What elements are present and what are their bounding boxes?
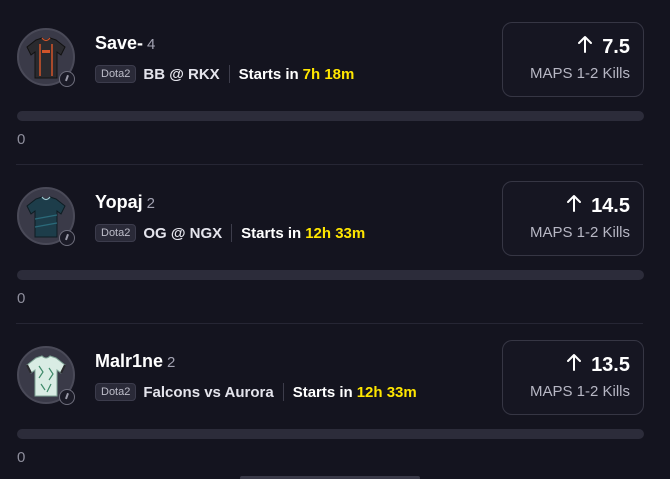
progress-value: 0	[17, 449, 26, 466]
player-name-text: Save-	[95, 33, 144, 53]
stat-type: MAPS 1-2 Kills	[529, 65, 630, 82]
player-name: Yopaj 2	[95, 192, 155, 213]
starts-time: 12h 33m	[305, 224, 366, 242]
player-name: Malr1ne 2	[95, 351, 175, 372]
player-name: Save- 4	[95, 33, 155, 54]
line-number: 7.5	[602, 35, 630, 58]
match-info: Dota2 OG @ NGX Starts in 12h 33m	[95, 222, 365, 244]
match-info: Dota2 BB @ RKX Starts in 7h 18m	[95, 63, 354, 85]
starts-label: Starts in	[238, 65, 299, 83]
projection-card[interactable]: Save- 4 Dota2 BB @ RKX Starts in 7h 18m 7…	[0, 0, 670, 159]
stat-type: MAPS 1-2 Kills	[529, 383, 630, 400]
player-name-text: Malr1ne	[95, 351, 164, 371]
progress-bar	[17, 429, 644, 439]
projection-count: 2	[146, 195, 156, 212]
starts-time: 7h 18m	[302, 65, 355, 83]
progress-value: 0	[17, 131, 26, 148]
meta-divider	[282, 383, 284, 401]
arrow-up-icon	[566, 194, 582, 218]
line-box[interactable]: 7.5 MAPS 1-2 Kills	[502, 22, 644, 97]
match-info: Dota2 Falcons vs Aurora Starts in 12h 33…	[95, 381, 417, 403]
projection-count: 2	[167, 354, 176, 371]
meta-divider	[228, 65, 230, 83]
line-box[interactable]: 13.5 MAPS 1-2 Kills	[502, 340, 644, 415]
projection-card[interactable]: Yopaj 2 Dota2 OG @ NGX Starts in 12h 33m …	[0, 159, 670, 318]
projection-count: 4	[147, 36, 156, 53]
clock-icon	[59, 71, 75, 87]
line-box[interactable]: 14.5 MAPS 1-2 Kills	[502, 181, 644, 256]
progress-value: 0	[17, 290, 26, 307]
line-number: 14.5	[591, 194, 630, 217]
clock-icon	[59, 230, 75, 246]
player-name-text: Yopaj	[95, 192, 143, 212]
match-teams: OG @ NGX	[143, 224, 223, 242]
starts-time: 12h 33m	[356, 383, 417, 401]
starts-label: Starts in	[292, 383, 353, 401]
clock-icon	[59, 389, 75, 405]
game-tag: Dota2	[95, 224, 137, 242]
meta-divider	[231, 224, 233, 242]
line-number: 13.5	[591, 353, 630, 376]
progress-bar	[17, 111, 644, 121]
starts-label: Starts in	[241, 224, 302, 242]
line-value: 7.5	[577, 35, 630, 59]
projection-list: Save- 4 Dota2 BB @ RKX Starts in 7h 18m 7…	[0, 0, 670, 479]
match-teams: Falcons vs Aurora	[143, 383, 274, 401]
line-value: 14.5	[566, 194, 630, 218]
arrow-up-icon	[566, 353, 582, 377]
line-value: 13.5	[566, 353, 630, 377]
game-tag: Dota2	[95, 65, 137, 83]
arrow-up-icon	[577, 35, 593, 59]
match-teams: BB @ RKX	[143, 65, 220, 83]
projection-card[interactable]: Malr1ne 2 Dota2 Falcons vs Aurora Starts …	[0, 318, 670, 477]
stat-type: MAPS 1-2 Kills	[529, 224, 630, 241]
progress-bar	[17, 270, 644, 280]
game-tag: Dota2	[95, 383, 137, 401]
